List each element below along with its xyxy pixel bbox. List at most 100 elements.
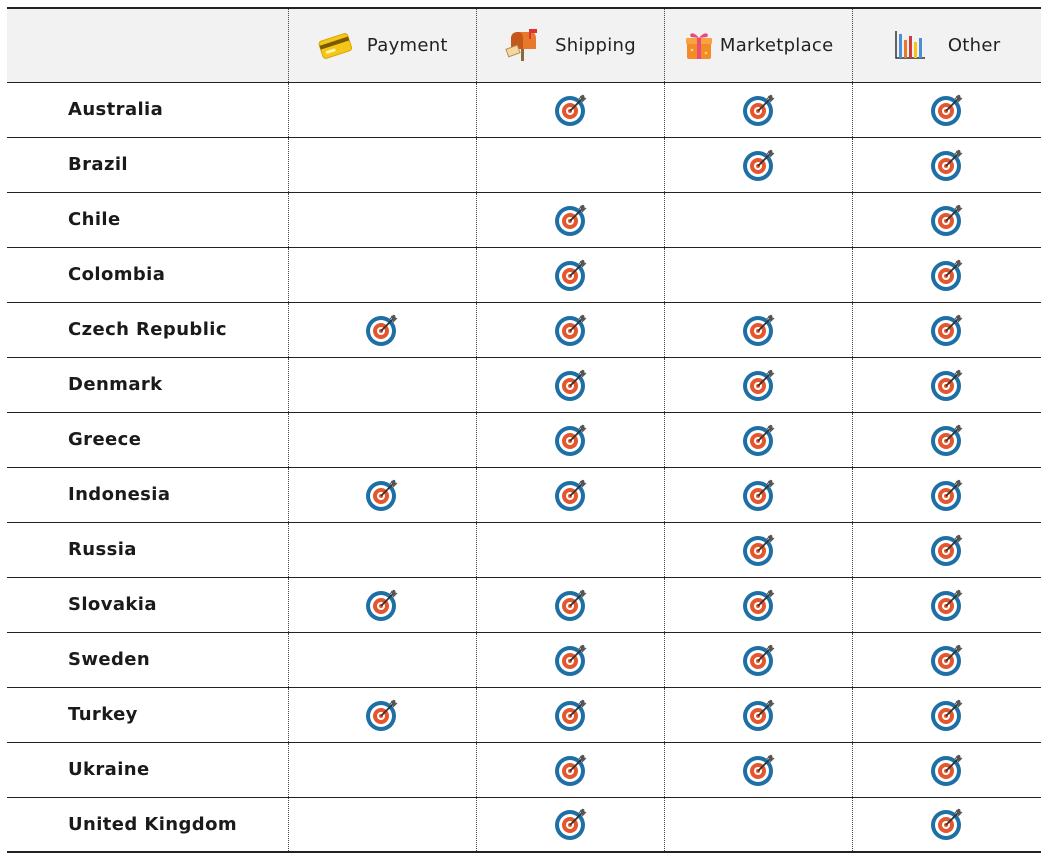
cell-shipping xyxy=(475,577,665,633)
cell-other xyxy=(852,797,1041,853)
cell-other xyxy=(852,247,1041,303)
cell-shipping xyxy=(475,742,665,798)
target-arrow-icon xyxy=(931,589,963,621)
cell-other xyxy=(852,577,1041,633)
target-arrow-icon xyxy=(931,699,963,731)
cell-other xyxy=(852,192,1041,248)
header-marketplace: Marketplace xyxy=(664,7,853,83)
cell-marketplace xyxy=(664,82,853,138)
cell-marketplace xyxy=(664,192,853,248)
country-name: Slovakia xyxy=(7,577,289,633)
target-arrow-icon xyxy=(554,369,586,401)
target-arrow-icon xyxy=(554,754,586,786)
target-arrow-icon xyxy=(742,424,775,456)
table-row: Chile xyxy=(7,192,1041,248)
target-arrow-icon xyxy=(931,314,963,346)
target-arrow-icon xyxy=(931,369,963,401)
cell-payment xyxy=(287,357,477,413)
table-row: Turkey xyxy=(7,687,1041,743)
target-arrow-icon xyxy=(742,369,775,401)
target-arrow-icon xyxy=(554,479,586,511)
bar-chart-icon xyxy=(895,31,925,59)
cell-marketplace xyxy=(664,632,853,688)
country-name: Colombia xyxy=(7,247,289,303)
target-arrow-icon xyxy=(366,479,398,511)
cell-payment xyxy=(287,192,477,248)
cell-shipping xyxy=(475,82,665,138)
target-arrow-icon xyxy=(931,644,963,676)
target-arrow-icon xyxy=(931,259,963,291)
table-row: Brazil xyxy=(7,137,1041,193)
cell-shipping xyxy=(475,302,665,358)
cell-shipping xyxy=(475,797,665,853)
header-other: Other xyxy=(852,7,1041,83)
table-row: Australia xyxy=(7,82,1041,138)
target-arrow-icon xyxy=(554,808,586,841)
cell-shipping xyxy=(475,467,665,523)
target-arrow-icon xyxy=(931,424,963,456)
cell-other xyxy=(852,687,1041,743)
cell-marketplace xyxy=(664,357,853,413)
coverage-table: Payment Shipping Marketplace Other Austr… xyxy=(7,7,1041,853)
target-arrow-icon xyxy=(554,589,586,621)
country-name: Ukraine xyxy=(7,742,289,798)
table-row: Russia xyxy=(7,522,1041,578)
cell-shipping xyxy=(475,137,665,193)
cell-marketplace xyxy=(664,522,853,578)
target-arrow-icon xyxy=(742,479,775,511)
table-row: Slovakia xyxy=(7,577,1041,633)
mailbox-icon xyxy=(505,29,538,62)
cell-payment xyxy=(287,687,477,743)
cell-other xyxy=(852,412,1041,468)
table-row: Denmark xyxy=(7,357,1041,413)
target-arrow-icon xyxy=(742,644,775,676)
target-arrow-icon xyxy=(742,699,775,731)
cell-shipping xyxy=(475,247,665,303)
target-arrow-icon xyxy=(931,204,963,236)
cell-shipping xyxy=(475,357,665,413)
cell-other xyxy=(852,137,1041,193)
target-arrow-icon xyxy=(554,644,586,676)
table-row: United Kingdom xyxy=(7,797,1041,853)
header-label-payment: Payment xyxy=(366,34,448,56)
cell-other xyxy=(852,82,1041,138)
cell-marketplace xyxy=(664,687,853,743)
cell-payment xyxy=(287,82,477,138)
cell-other xyxy=(852,742,1041,798)
country-name: Australia xyxy=(7,82,289,138)
cell-shipping xyxy=(475,632,665,688)
table-row: Indonesia xyxy=(7,467,1041,523)
cell-marketplace xyxy=(664,577,853,633)
cell-shipping xyxy=(475,687,665,743)
target-arrow-icon xyxy=(742,149,775,181)
target-arrow-icon xyxy=(554,699,586,731)
country-name: Brazil xyxy=(7,137,289,193)
cell-shipping xyxy=(475,192,665,248)
cell-marketplace xyxy=(664,797,853,853)
target-arrow-icon xyxy=(742,534,775,566)
country-name: Indonesia xyxy=(7,467,289,523)
country-name: Greece xyxy=(7,412,289,468)
table-row: Greece xyxy=(7,412,1041,468)
target-arrow-icon xyxy=(931,149,963,181)
cell-other xyxy=(852,522,1041,578)
target-arrow-icon xyxy=(931,94,963,126)
cell-payment xyxy=(287,412,477,468)
cell-payment xyxy=(287,467,477,523)
cell-payment xyxy=(287,742,477,798)
cell-payment xyxy=(287,247,477,303)
cell-payment xyxy=(287,577,477,633)
country-name: Czech Republic xyxy=(7,302,289,358)
target-arrow-icon xyxy=(554,94,586,126)
country-name: Denmark xyxy=(7,357,289,413)
cell-marketplace xyxy=(664,302,853,358)
cell-payment xyxy=(287,797,477,853)
cell-payment xyxy=(287,632,477,688)
target-arrow-icon xyxy=(554,204,586,236)
cell-marketplace xyxy=(664,467,853,523)
target-arrow-icon xyxy=(742,94,775,126)
cell-payment xyxy=(287,522,477,578)
cell-payment xyxy=(287,302,477,358)
target-arrow-icon xyxy=(931,808,963,841)
table-row: Sweden xyxy=(7,632,1041,688)
